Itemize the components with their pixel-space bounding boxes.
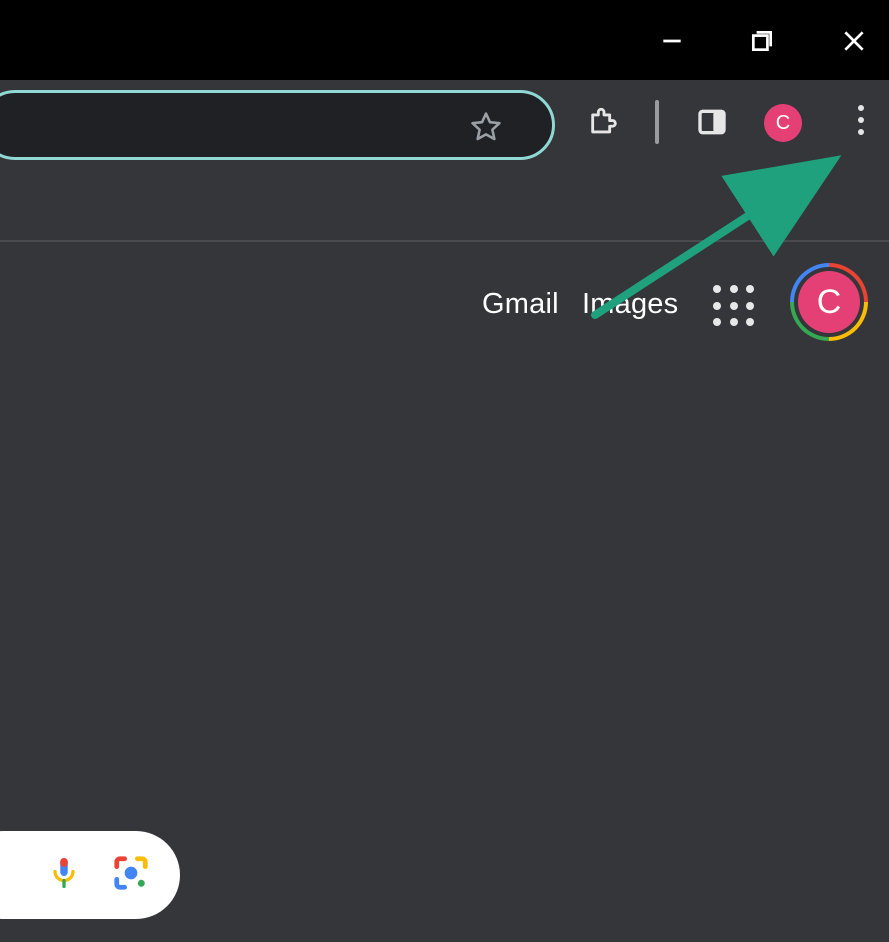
menu-dot bbox=[858, 117, 864, 123]
profile-initial-small: C bbox=[776, 112, 790, 135]
more-menu-icon[interactable] bbox=[843, 102, 879, 138]
menu-dot bbox=[858, 129, 864, 135]
microphone-icon[interactable] bbox=[46, 855, 82, 896]
account-avatar[interactable]: C bbox=[790, 263, 868, 341]
images-link[interactable]: Images bbox=[582, 288, 678, 321]
avatar-ring-gap: C bbox=[794, 267, 864, 337]
window-titlebar bbox=[0, 0, 889, 80]
bookmark-star-icon[interactable] bbox=[469, 110, 501, 142]
minimize-icon[interactable] bbox=[659, 28, 685, 54]
browser-toolbar: C bbox=[0, 80, 889, 170]
content-divider bbox=[0, 240, 889, 242]
google-apps-icon[interactable] bbox=[713, 285, 757, 329]
side-panel-icon[interactable] bbox=[694, 104, 730, 140]
menu-dot bbox=[858, 105, 864, 111]
extensions-icon[interactable] bbox=[586, 104, 622, 140]
toolbar-divider bbox=[655, 100, 659, 144]
close-icon[interactable] bbox=[841, 28, 867, 54]
page-content: Gmail Images C bbox=[0, 170, 889, 942]
google-lens-icon[interactable] bbox=[112, 854, 150, 897]
account-initial: C bbox=[817, 283, 842, 322]
profile-avatar-small[interactable]: C bbox=[764, 104, 802, 142]
avatar-circle: C bbox=[798, 271, 860, 333]
address-bar[interactable] bbox=[0, 90, 555, 160]
search-input-pill[interactable] bbox=[0, 831, 180, 919]
maximize-icon[interactable] bbox=[749, 28, 775, 54]
gmail-link[interactable]: Gmail bbox=[482, 288, 559, 321]
